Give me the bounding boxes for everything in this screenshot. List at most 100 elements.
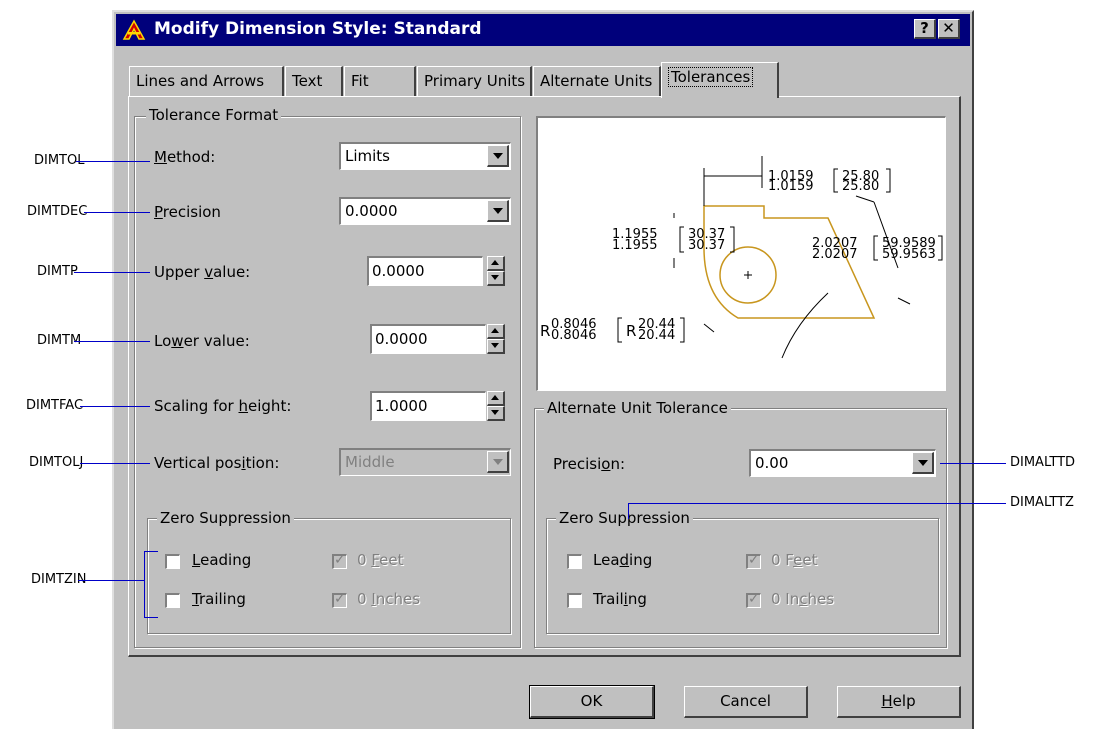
checkmark-icon: ✓ (748, 591, 760, 607)
leader-dimtfac (80, 406, 150, 407)
preview-right-b: 2.0207 (812, 247, 858, 262)
preview-drawing: 1.0159 1.0159 25.80 25.80 1.1955 1.1955 … (540, 156, 943, 359)
alt-trailing-checkbox[interactable] (567, 593, 582, 608)
feet-checkbox[interactable]: ✓ (332, 552, 347, 569)
upper-value-label: Upper value: (154, 263, 251, 281)
upper-spin-down-icon[interactable] (487, 271, 505, 286)
lower-spin-up-icon[interactable] (487, 324, 505, 339)
callout-dimtp: DIMTP (37, 264, 78, 279)
checkmark-icon: ✓ (334, 591, 346, 607)
vertical-position-select[interactable]: Middle (339, 448, 511, 476)
callout-dimalttd: DIMALTTD (1010, 455, 1076, 470)
inches-label: 0 Inches (357, 590, 421, 608)
precision-label-rest: recision (162, 203, 221, 221)
autocad-icon (122, 19, 146, 40)
preview-pane: 1.0159 1.0159 25.80 25.80 1.1955 1.1955 … (536, 116, 946, 391)
method-value: Limits (345, 147, 390, 165)
zero-suppression-left-legend: Zero Suppression (157, 509, 294, 527)
scaling-spin-down-icon[interactable] (487, 406, 505, 421)
alt-feet-checkbox[interactable]: ✓ (746, 552, 761, 569)
zero-suppression-right-legend: Zero Suppression (556, 509, 693, 527)
tab-text[interactable]: Text (285, 66, 343, 96)
preview-left-b: 1.1955 (612, 238, 658, 253)
ok-button[interactable]: OK (529, 685, 655, 719)
lower-spin-down-icon[interactable] (487, 339, 505, 354)
tab-lines-and-arrows[interactable]: Lines and Arrows (129, 66, 284, 96)
callout-dimtdec: DIMTDEC (27, 204, 88, 219)
tolerance-format-legend: Tolerance Format (146, 106, 282, 124)
leader-dimtp (74, 272, 150, 273)
alt-precision-value: 0.00 (755, 454, 789, 472)
precision-select[interactable]: 0.0000 (339, 197, 511, 225)
lower-value: 0.0000 (375, 330, 428, 348)
alt-trailing-label[interactable]: Trailing (593, 590, 647, 608)
preview-rad-b: 0.8046 (551, 328, 597, 343)
leader-dimalttd (940, 463, 1006, 464)
vertical-position-label: Vertical position: (154, 454, 280, 472)
callout-dimalttz: DIMALTTZ (1010, 495, 1074, 510)
callout-dimtolj: DIMTOLJ (29, 455, 84, 470)
trailing-checkbox[interactable] (165, 593, 180, 608)
tab-tolerances[interactable]: Tolerances (661, 62, 779, 98)
feet-label: 0 Feet (357, 551, 404, 569)
trailing-label[interactable]: Trailing (192, 590, 246, 608)
zero-suppression-left-group (147, 518, 511, 634)
leading-checkbox[interactable] (165, 554, 180, 569)
preview-top-b: 1.0159 (768, 179, 814, 194)
method-select[interactable]: Limits (339, 142, 511, 170)
leader-dimtzin-bracket (144, 551, 145, 617)
preview-right-d: 59.9563 (882, 247, 936, 262)
tab-tolerances-label: Tolerances (668, 67, 754, 87)
scaling-value: 1.0000 (375, 397, 428, 415)
alt-inches-label: 0 Inches (771, 590, 835, 608)
leader-dimtzin-bottom (144, 617, 158, 618)
alt-precision-label: Precision: (553, 455, 625, 473)
leader-dimtolj (80, 463, 150, 464)
close-button[interactable]: ✕ (938, 19, 960, 39)
upper-value: 0.0000 (372, 262, 425, 280)
chevron-down-icon[interactable] (487, 200, 509, 222)
method-label-rest: ethod: (166, 148, 216, 166)
tab-fit[interactable]: Fit (344, 66, 416, 96)
chevron-down-icon[interactable] (487, 145, 509, 167)
leader-dimtzin-top (144, 551, 158, 552)
alt-inches-checkbox[interactable]: ✓ (746, 591, 761, 608)
tab-alternate-units[interactable]: Alternate Units (533, 66, 661, 96)
scaling-input[interactable]: 1.0000 (370, 391, 486, 421)
preview-rad-d: 20.44 (638, 328, 675, 343)
precision-label: Precision (154, 203, 221, 221)
part-outline (703, 205, 876, 319)
leader-dimtzin (78, 580, 144, 581)
lower-value-label: Lower value: (154, 332, 250, 350)
scaling-label: Scaling for height: (154, 397, 292, 415)
preview-left-d: 30.37 (688, 238, 725, 253)
precision-value: 0.0000 (345, 202, 398, 220)
checkmark-icon: ✓ (334, 552, 346, 568)
help-title-button[interactable]: ? (914, 19, 936, 39)
leading-label[interactable]: Leading (192, 551, 251, 569)
help-button[interactable]: Help (837, 686, 961, 718)
alternate-unit-tolerance-legend: Alternate Unit Tolerance (544, 399, 731, 417)
lower-value-input[interactable]: 0.0000 (370, 324, 486, 354)
leader-dimtol (76, 161, 150, 162)
zero-suppression-right-group (546, 518, 939, 634)
alt-leading-checkbox[interactable] (567, 554, 582, 569)
leader-dimtdec (84, 212, 150, 213)
alt-precision-select[interactable]: 0.00 (749, 449, 936, 477)
callout-dimtfac: DIMTFAC (26, 398, 84, 413)
alt-feet-label: 0 Feet (771, 551, 818, 569)
cancel-button[interactable]: Cancel (684, 686, 808, 718)
inches-checkbox[interactable]: ✓ (332, 591, 347, 608)
window-title: Modify Dimension Style: Standard (154, 19, 482, 39)
upper-spin-up-icon[interactable] (487, 256, 505, 271)
leader-dimtm (74, 341, 150, 342)
alt-leading-label[interactable]: Leading (593, 551, 652, 569)
scaling-spin-up-icon[interactable] (487, 391, 505, 406)
chevron-down-icon[interactable] (912, 452, 934, 474)
leader-dimalttz-drop (628, 503, 629, 519)
tab-primary-units[interactable]: Primary Units (417, 66, 532, 96)
chevron-down-icon[interactable] (487, 451, 509, 473)
upper-value-input[interactable]: 0.0000 (367, 256, 483, 286)
leader-dimalttz (628, 503, 1006, 504)
title-bar[interactable]: Modify Dimension Style: Standard ? ✕ (116, 14, 970, 46)
